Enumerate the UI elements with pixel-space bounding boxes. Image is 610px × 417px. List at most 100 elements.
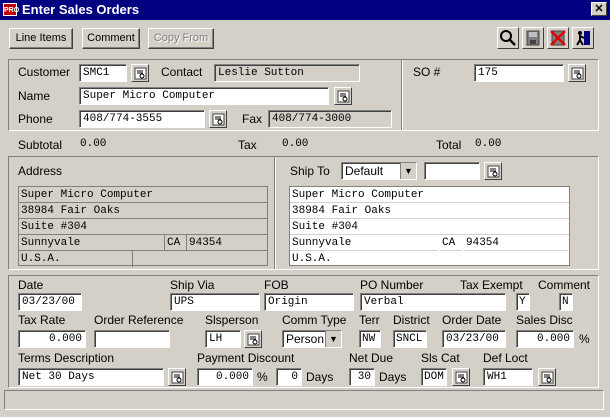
payment-days-field[interactable]: 0 — [276, 368, 302, 386]
bill-address-block: Super Micro Computer 38984 Fair Oaks Sui… — [18, 186, 268, 267]
name-label: Name — [18, 89, 51, 103]
panel-divider — [401, 60, 403, 130]
terms-label: Terms Description — [18, 351, 115, 365]
bill-address-zip: 94354 — [187, 235, 267, 251]
tax-exempt-field[interactable]: Y — [516, 293, 530, 311]
close-icon[interactable]: ✕ — [591, 2, 607, 16]
ship-address-country[interactable]: U.S.A. — [290, 251, 569, 267]
lookup-icon[interactable] — [484, 162, 502, 180]
payment-discount-label: Payment Discount — [197, 351, 295, 365]
bill-address-line3: Suite #304 — [19, 219, 267, 235]
payment-days-unit: Days — [306, 370, 334, 384]
chevron-down-icon[interactable]: ▼ — [400, 163, 416, 179]
copy-from-button[interactable]: Copy From — [148, 28, 214, 49]
bill-address-state: CA — [165, 235, 187, 251]
district-label: District — [393, 313, 430, 327]
ship-address-city[interactable]: Sunnyvale — [290, 235, 438, 251]
ship-to-select[interactable]: Default ▼ — [341, 162, 417, 180]
ship-address-line2[interactable]: 38984 Fair Oaks — [290, 203, 569, 219]
fob-field[interactable]: Origin — [264, 293, 354, 311]
tax-value: 0.00 — [282, 138, 309, 150]
lookup-icon[interactable] — [168, 368, 186, 386]
date-label: Date — [18, 278, 44, 292]
lookup-icon[interactable] — [131, 64, 149, 82]
lookup-icon[interactable] — [334, 87, 352, 105]
phone-field[interactable]: 408/774-3555 — [79, 110, 205, 128]
ship-address-zip[interactable]: 94354 — [464, 235, 568, 251]
ship-to-code-field[interactable] — [424, 162, 480, 180]
ship-address-line3[interactable]: Suite #304 — [290, 219, 569, 235]
net-due-label: Net Due — [349, 351, 394, 365]
comm-type-label: Comm Type — [282, 313, 347, 327]
total-value: 0.00 — [475, 138, 502, 150]
so-number-field[interactable]: 175 — [474, 64, 564, 82]
def-loct-label: Def Loct — [483, 351, 528, 365]
chevron-down-icon[interactable]: ▼ — [325, 331, 341, 347]
date-field[interactable]: 03/23/00 — [18, 293, 82, 311]
address-divider — [274, 157, 276, 269]
sls-cat-field[interactable]: DOM — [421, 368, 447, 386]
terms-field[interactable]: Net 30 Days — [18, 368, 164, 386]
order-reference-field[interactable] — [94, 330, 170, 348]
tax-rate-field[interactable]: 0.000 — [18, 330, 86, 348]
order-date-field[interactable]: 03/23/00 — [442, 330, 506, 348]
bill-address-city: Sunnyvale — [19, 235, 165, 251]
name-field[interactable]: Super Micro Computer — [79, 87, 329, 105]
tax-rate-label: Tax Rate — [18, 313, 66, 327]
lookup-icon[interactable] — [538, 368, 556, 386]
so-number-label: SO # — [413, 65, 441, 79]
lookup-icon[interactable] — [452, 368, 470, 386]
ship-to-selected: Default — [345, 164, 384, 178]
order-reference-label: Order Reference — [94, 313, 184, 327]
ship-address-line1[interactable]: Super Micro Computer — [290, 187, 569, 203]
total-label: Total — [436, 138, 462, 152]
ship-address-state[interactable]: CA — [440, 235, 462, 251]
slsperson-field[interactable]: LH — [205, 330, 241, 348]
fax-label: Fax — [242, 112, 263, 126]
app-icon: PRO — [3, 3, 19, 16]
comment-button[interactable]: Comment — [82, 28, 140, 49]
ship-to-label: Ship To — [290, 164, 330, 178]
po-number-label: PO Number — [360, 278, 424, 292]
lookup-icon[interactable] — [568, 64, 586, 82]
net-due-unit: Days — [379, 370, 407, 384]
net-due-field[interactable]: 30 — [349, 368, 375, 386]
ship-address-block[interactable]: Super Micro Computer 38984 Fair Oaks Sui… — [289, 186, 570, 266]
comment-label: Comment — [538, 278, 591, 292]
terr-label: Terr — [359, 313, 380, 327]
slsperson-label: Slsperson — [205, 313, 259, 327]
sales-disc-field[interactable]: 0.000 — [516, 330, 574, 348]
customer-label: Customer — [18, 65, 71, 79]
ship-via-field[interactable]: UPS — [170, 293, 260, 311]
address-label: Address — [18, 164, 63, 178]
district-field[interactable]: SNCL — [393, 330, 427, 348]
bill-address-country: U.S.A. — [19, 251, 133, 267]
exit-door-icon[interactable] — [572, 27, 594, 49]
fob-label: FOB — [264, 278, 289, 292]
floppy-icon[interactable] — [522, 27, 544, 49]
comment-field[interactable]: N — [559, 293, 573, 311]
bill-address-line2: 38984 Fair Oaks — [19, 203, 267, 219]
po-number-field[interactable]: Verbal — [360, 293, 506, 311]
sls-cat-label: Sls Cat — [421, 351, 460, 365]
terr-field[interactable]: NW — [359, 330, 381, 348]
magnifier-icon[interactable] — [497, 27, 519, 49]
comm-type-select[interactable]: Person ▼ — [282, 330, 342, 348]
fax-field[interactable]: 408/774-3000 — [268, 110, 392, 128]
lookup-icon[interactable] — [209, 110, 227, 128]
line-items-button[interactable]: Line Items — [9, 28, 73, 49]
delete-icon[interactable] — [547, 27, 569, 49]
title-bar: PRO Enter Sales Orders ✕ — [0, 0, 610, 20]
window-title: Enter Sales Orders — [22, 2, 140, 17]
status-bar — [4, 390, 604, 410]
payment-discount-field[interactable]: 0.000 — [197, 368, 253, 386]
order-date-label: Order Date — [442, 313, 502, 327]
bill-address-line1: Super Micro Computer — [19, 187, 267, 203]
ship-via-label: Ship Via — [170, 278, 215, 292]
lookup-icon[interactable] — [244, 330, 262, 348]
tax-label: Tax — [238, 138, 257, 152]
customer-field[interactable]: SMC1 — [79, 64, 127, 82]
contact-field[interactable]: Leslie Sutton — [214, 64, 360, 82]
def-loct-field[interactable]: WH1 — [483, 368, 533, 386]
sales-order-window: PRO Enter Sales Orders ✕ Line Items Comm… — [0, 0, 610, 417]
